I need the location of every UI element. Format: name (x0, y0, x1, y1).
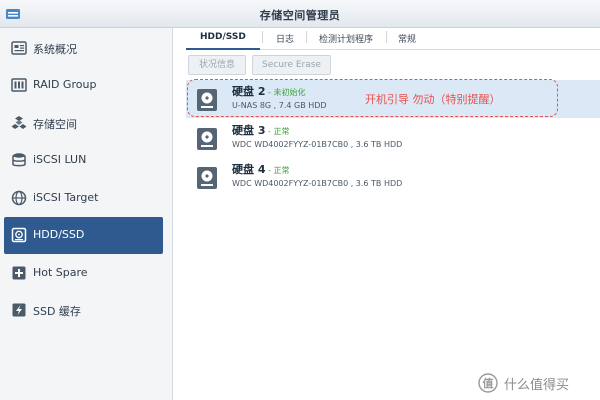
sidebar-item-label: 存储空间 (33, 118, 77, 131)
secure-erase-button[interactable]: Secure Erase (252, 55, 331, 75)
sidebar-item-label: SSD 缓存 (33, 305, 81, 318)
sidebar-item-label: HDD/SSD (33, 228, 85, 241)
annotation-text: 开机引导 勿动（特别提醒） (365, 93, 501, 106)
disk-status: - 正常 (265, 166, 290, 175)
hard-disk-icon (197, 167, 217, 189)
sidebar-item-volume[interactable]: 存储空间 (0, 105, 173, 142)
watermark-text: 什么值得买 (504, 378, 570, 393)
sidebar-item-label: iSCSI LUN (33, 153, 87, 166)
sidebar-item-label: RAID Group (33, 78, 97, 91)
disk-name-text: 硬盘 3 (232, 124, 266, 137)
disk-row[interactable]: 硬盘 4 - 正常 WDC WD4002FYYZ-01B7CB0 , 3.6 T… (186, 158, 600, 196)
window-title: 存储空间管理员 (259, 9, 341, 22)
disk-status: - 正常 (265, 127, 290, 136)
tab-test-scheduler[interactable]: 检测计划程序 (319, 32, 373, 45)
sidebar-item-iscsi-target[interactable]: iSCSI Target (0, 180, 173, 217)
disk-description: WDC WD4002FYYZ-01B7CB0 , 3.6 TB HDD (232, 179, 403, 188)
watermark-logo-icon: 值 (478, 373, 498, 393)
tab-log[interactable]: 日志 (276, 32, 294, 45)
tab-divider (386, 31, 387, 43)
tab-divider (306, 31, 307, 43)
sidebar-item-raid-group[interactable]: RAID Group (0, 67, 173, 104)
sidebar-item-ssd-cache[interactable]: SSD 缓存 (0, 292, 173, 329)
hdd-icon (11, 227, 27, 243)
tab-bar: HDD/SSD 日志 检测计划程序 常规 (186, 28, 600, 50)
disk-name: 硬盘 3 - 正常 (232, 122, 289, 138)
disk-description: WDC WD4002FYYZ-01B7CB0 , 3.6 TB HDD (232, 140, 403, 149)
main-panel: HDD/SSD 日志 检测计划程序 常规 状况信息 Secure Erase 硬… (174, 28, 600, 400)
hard-disk-icon (197, 128, 217, 150)
disk-row[interactable]: 硬盘 3 - 正常 WDC WD4002FYYZ-01B7CB0 , 3.6 T… (186, 119, 600, 157)
volume-icon (11, 116, 27, 129)
sidebar-item-hot-spare[interactable]: Hot Spare (0, 255, 173, 292)
target-icon (11, 190, 27, 206)
sidebar-item-label: 系统概况 (33, 43, 77, 56)
sidebar-item-hdd-ssd[interactable]: HDD/SSD (4, 217, 163, 254)
overview-icon (11, 41, 27, 55)
tab-general[interactable]: 常规 (398, 32, 416, 45)
sidebar: 系统概况 RAID Group 存储空间 iSCSI LUN iSCSI Tar… (0, 28, 173, 400)
ssd-cache-icon (12, 303, 26, 317)
tab-hdd-ssd[interactable]: HDD/SSD (200, 32, 246, 42)
disk-name: 硬盘 4 - 正常 (232, 161, 289, 177)
raid-icon (11, 78, 27, 92)
tab-divider (262, 31, 263, 43)
lun-icon (12, 153, 26, 167)
sidebar-item-iscsi-lun[interactable]: iSCSI LUN (0, 142, 173, 179)
active-tab-indicator (186, 48, 260, 50)
sidebar-item-label: iSCSI Target (33, 191, 99, 204)
status-info-button[interactable]: 状况信息 (188, 55, 246, 75)
svg-text:值: 值 (483, 376, 494, 390)
sidebar-item-label: Hot Spare (33, 266, 88, 279)
hot-spare-icon (12, 266, 26, 280)
disk-name-text: 硬盘 4 (232, 163, 266, 176)
title-bar: 存储空间管理员 (0, 0, 600, 28)
sidebar-item-overview[interactable]: 系统概况 (0, 30, 173, 67)
